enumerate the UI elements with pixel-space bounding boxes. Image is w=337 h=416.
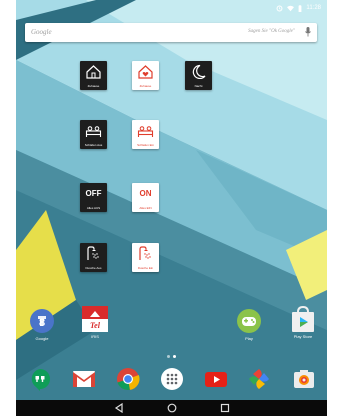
google-search-bar[interactable]: Google Sagen Sie "Ok Google" <box>25 23 317 42</box>
widget-tile[interactable]: Dusche Ein <box>132 243 159 272</box>
page-dot-active <box>173 355 176 358</box>
widget-tile[interactable]: Zuhause <box>80 61 107 90</box>
bed-icon <box>85 126 102 137</box>
app-label: Play <box>245 336 253 341</box>
home-heart-icon <box>138 65 153 79</box>
widget-label: Nacht <box>194 84 203 88</box>
widget-label: Alles AUS <box>86 206 101 210</box>
widget-label: Dusche Ein <box>137 266 154 270</box>
mic-icon[interactable] <box>305 27 311 37</box>
widget-tile[interactable]: Nacht <box>185 61 212 90</box>
shower-icon <box>139 246 151 260</box>
home-icon[interactable] <box>167 403 177 413</box>
play-store-icon <box>290 305 316 332</box>
app-play-store[interactable]: Play Store <box>283 305 323 339</box>
widget-label: Zuhause <box>139 84 152 88</box>
widget-tile[interactable]: ON Alles EIN <box>132 183 159 212</box>
status-bar: 11:28 <box>16 0 327 16</box>
widget-label: Zuhause <box>87 84 100 88</box>
app-label: Google <box>35 336 49 341</box>
app-label: Play Store <box>293 334 313 339</box>
wallpaper <box>16 0 327 416</box>
youtube-icon[interactable] <box>204 367 228 391</box>
widget-tile[interactable]: Schlafen Aus <box>80 120 107 149</box>
bed-icon <box>137 126 154 137</box>
page-indicator <box>167 355 176 358</box>
widget-tile[interactable]: Dusche Aus <box>80 243 107 272</box>
widget-state-text: ON <box>139 189 152 198</box>
tablet-screen: 11:28 Google Sagen Sie "Ok Google" Zuhau… <box>16 0 327 416</box>
shower-icon <box>87 246 99 260</box>
page-dot <box>167 355 170 358</box>
search-brand: Google <box>31 28 52 36</box>
search-hint: Sagen Sie "Ok Google" <box>248 29 295 34</box>
camera-icon[interactable] <box>292 367 316 391</box>
app-iris[interactable]: Tel IRIS <box>75 306 115 339</box>
gmail-icon[interactable] <box>72 367 96 391</box>
moon-icon <box>192 64 206 79</box>
app-label: IRIS <box>91 334 99 339</box>
google-plus-icon: 8 <box>29 308 55 334</box>
hangouts-icon[interactable] <box>28 367 52 391</box>
widget-label: Schlafen Ein <box>137 143 154 147</box>
status-time: 11:28 <box>306 5 321 11</box>
app-play-games[interactable]: Play <box>229 308 269 341</box>
battery-icon <box>299 4 302 12</box>
widget-tile[interactable]: Zuhause <box>132 61 159 90</box>
widget-label: Dusche Aus <box>85 266 102 270</box>
games-controller-icon <box>236 308 262 334</box>
photos-icon[interactable] <box>247 367 271 391</box>
widget-label: Alles EIN <box>139 206 152 210</box>
widget-tile[interactable]: Schlafen Ein <box>132 120 159 149</box>
iris-logo-icon: Tel <box>82 306 108 332</box>
wifi-icon <box>287 5 295 11</box>
alarm-icon <box>276 5 283 11</box>
widget-label: Schlafen Aus <box>84 143 103 147</box>
recents-icon[interactable] <box>220 403 230 413</box>
back-icon[interactable] <box>114 403 124 413</box>
svg-text:Tel: Tel <box>90 321 101 330</box>
svg-text:8: 8 <box>39 317 45 329</box>
widget-tile[interactable]: OFF Alles AUS <box>80 183 107 212</box>
home-outline-icon <box>86 65 101 79</box>
app-drawer-icon[interactable] <box>160 367 184 391</box>
app-google[interactable]: 8 Google <box>22 308 62 341</box>
widget-state-text: OFF <box>85 189 102 198</box>
chrome-icon[interactable] <box>116 367 140 391</box>
navigation-bar <box>16 400 327 416</box>
